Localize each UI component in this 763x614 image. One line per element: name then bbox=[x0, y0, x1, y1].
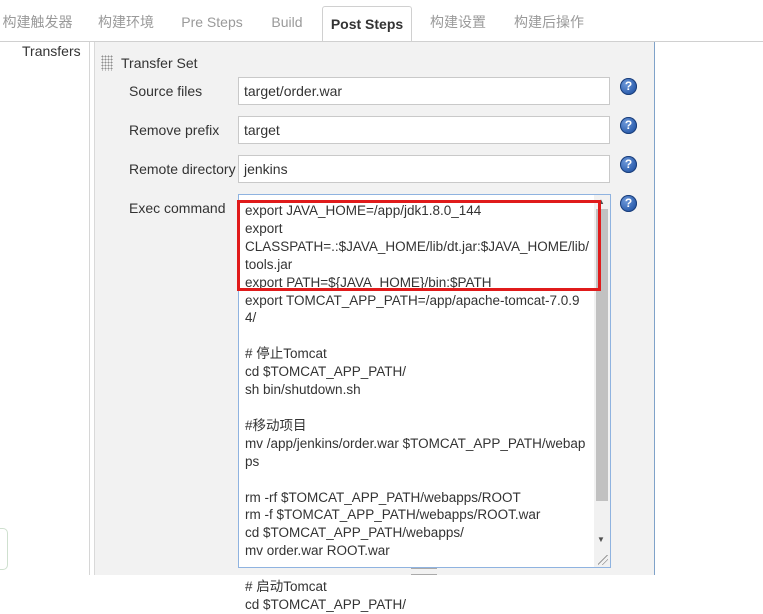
left-section-column bbox=[0, 42, 87, 575]
tab-post-build-actions[interactable]: 构建后操作 bbox=[504, 0, 594, 42]
remove-prefix-input[interactable]: target bbox=[238, 116, 610, 144]
help-icon[interactable]: ? bbox=[620, 156, 637, 173]
drag-handle-icon[interactable] bbox=[101, 55, 113, 71]
tab-build-environment[interactable]: 构建环境 bbox=[86, 0, 166, 42]
highlight-annotation-box bbox=[237, 200, 601, 291]
source-files-label: Source files bbox=[129, 83, 203, 99]
tab-build[interactable]: Build bbox=[258, 0, 316, 42]
tab-bar: 构建触发器 构建环境 Pre Steps Build Post Steps 构建… bbox=[0, 0, 763, 42]
left-edge-widget bbox=[0, 528, 8, 570]
source-files-input[interactable]: target/order.war bbox=[238, 77, 610, 105]
help-icon[interactable]: ? bbox=[620, 117, 637, 134]
scroll-down-arrow-icon[interactable]: ▼ bbox=[597, 535, 605, 544]
tab-post-steps[interactable]: Post Steps bbox=[322, 6, 412, 42]
remote-directory-label: Remote directory bbox=[129, 161, 236, 177]
help-icon[interactable]: ? bbox=[620, 78, 637, 95]
remote-directory-input[interactable]: jenkins bbox=[238, 155, 610, 183]
resize-grip-icon[interactable] bbox=[598, 555, 608, 565]
panel-resize-handle-icon[interactable] bbox=[411, 568, 437, 575]
exec-command-label: Exec command bbox=[129, 200, 226, 216]
transfer-set-title: Transfer Set bbox=[121, 55, 198, 71]
transfers-section-label: Transfers bbox=[22, 43, 81, 59]
help-icon[interactable]: ? bbox=[620, 195, 637, 212]
tab-build-triggers[interactable]: 构建触发器 bbox=[0, 0, 75, 42]
remove-prefix-label: Remove prefix bbox=[129, 122, 220, 138]
tab-pre-steps[interactable]: Pre Steps bbox=[172, 0, 252, 42]
section-divider bbox=[89, 42, 90, 575]
tab-build-settings[interactable]: 构建设置 bbox=[418, 0, 498, 42]
